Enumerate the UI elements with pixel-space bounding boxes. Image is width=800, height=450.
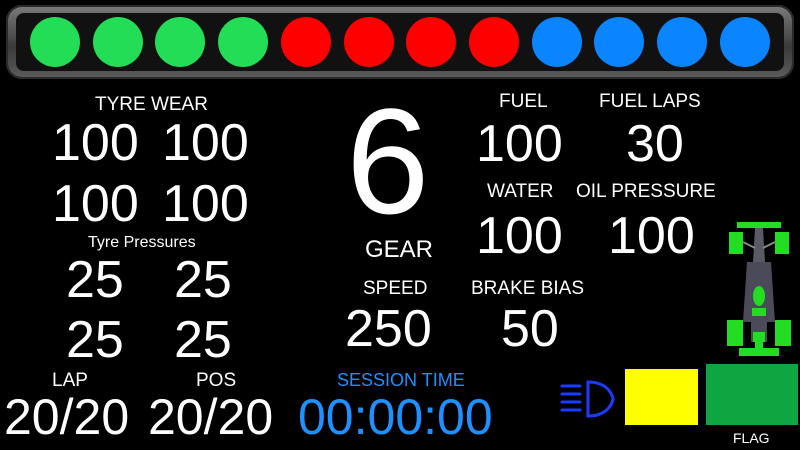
rev-light (280, 17, 331, 67)
water-label: WATER (487, 181, 554, 202)
rev-light (155, 17, 206, 67)
tyre-pressure-front-right: 25 (174, 251, 232, 309)
tyre-pressure-rear-right: 25 (174, 311, 232, 369)
lap-value: 20/20 (4, 389, 130, 445)
rev-light (531, 17, 582, 67)
fuel-laps-label: FUEL LAPS (599, 91, 701, 112)
tyre-pressures-label: Tyre Pressures (88, 234, 196, 251)
tyre-wear-front-right: 100 (162, 114, 249, 172)
oil-pressure-value: 100 (608, 207, 695, 265)
gear-value: 6 (346, 77, 430, 245)
fuel-value: 100 (476, 115, 563, 173)
fuel-label: FUEL (499, 91, 548, 112)
tyre-wear-front-left: 100 (52, 114, 139, 172)
rev-light (30, 17, 80, 67)
tyre-wear-label: TYRE WEAR (95, 94, 208, 115)
yellow-indicator (625, 369, 698, 425)
speed-label: SPEED (363, 278, 428, 299)
oil-pressure-label: OIL PRESSURE (576, 181, 716, 202)
brake-bias-label: BRAKE BIAS (471, 278, 584, 299)
tyre-pressure-rear-left: 25 (66, 311, 124, 369)
pos-label: POS (196, 370, 237, 391)
gear-label: GEAR (365, 236, 434, 263)
flag-label: FLAG (733, 430, 770, 446)
speed-value: 250 (345, 300, 432, 358)
tyre-wear-rear-right: 100 (162, 175, 249, 233)
fuel-laps-value: 30 (626, 115, 684, 173)
rev-light-bar (6, 5, 794, 79)
session-time-label: SESSION TIME (337, 370, 465, 390)
tyre-pressure-front-left: 25 (66, 251, 124, 309)
session-time-value: 00:00:00 (298, 389, 493, 445)
headlight-icon (558, 378, 618, 420)
lap-label: LAP (52, 370, 88, 391)
rev-light (657, 17, 708, 67)
rev-light (719, 17, 770, 67)
rev-light (92, 17, 143, 67)
car-damage-icon (725, 222, 793, 362)
rev-light (218, 17, 269, 67)
rev-light (469, 17, 520, 67)
pos-value: 20/20 (148, 389, 274, 445)
rev-light (594, 17, 645, 67)
rev-light (406, 17, 457, 67)
water-value: 100 (476, 207, 563, 265)
tyre-wear-rear-left: 100 (52, 175, 139, 233)
rev-light (343, 17, 394, 67)
flag-indicator (706, 364, 798, 425)
rev-light-strip (16, 13, 784, 71)
brake-bias-value: 50 (501, 300, 559, 358)
